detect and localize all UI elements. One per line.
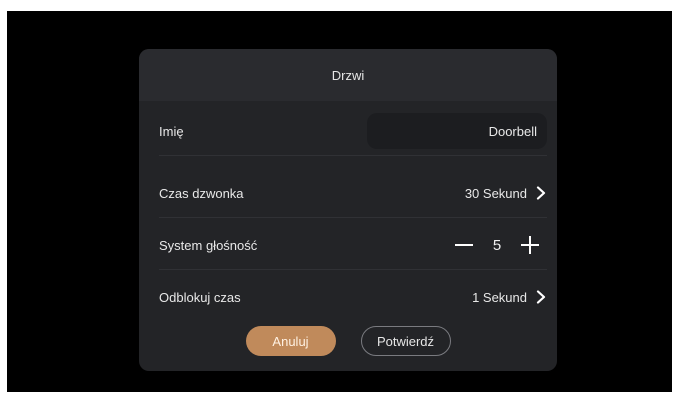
- dialog-title: Drzwi: [331, 67, 365, 83]
- confirm-button[interactable]: Potwierdź: [360, 326, 451, 356]
- cancel-button[interactable]: Anuluj: [245, 326, 336, 356]
- ring-time-row[interactable]: Czas dzwonka 30 Sekund: [139, 168, 557, 218]
- minus-icon: [455, 244, 473, 246]
- volume-label: System głośność: [159, 237, 258, 253]
- divider: [159, 269, 547, 270]
- volume-value: 5: [492, 236, 502, 254]
- unlock-time-row[interactable]: Odblokuj czas 1 Sekund: [139, 272, 557, 322]
- door-settings-dialog: Drzwi Imię Czas dzwonka 30 Sekund System…: [139, 49, 557, 371]
- unlock-time-value: 1 Sekund: [472, 289, 527, 305]
- plus-icon: [521, 236, 539, 254]
- ring-time-value-group[interactable]: 30 Sekund: [465, 186, 547, 201]
- ring-time-value: 30 Sekund: [464, 185, 527, 201]
- unlock-time-value-group[interactable]: 1 Sekund: [472, 290, 547, 305]
- dialog-header: Drzwi: [139, 49, 557, 101]
- ring-time-label: Czas dzwonka: [159, 185, 244, 201]
- volume-stepper: 5: [447, 230, 547, 260]
- unlock-time-label: Odblokuj czas: [159, 289, 241, 305]
- name-label: Imię: [159, 123, 184, 139]
- divider: [159, 155, 547, 156]
- dialog-actions: Anuluj Potwierdź: [139, 326, 557, 356]
- chevron-right-icon[interactable]: [535, 290, 547, 304]
- chevron-right-icon[interactable]: [535, 186, 547, 200]
- volume-decrease-button[interactable]: [447, 230, 481, 260]
- volume-increase-button[interactable]: [513, 230, 547, 260]
- volume-row: System głośność 5: [139, 220, 557, 270]
- divider: [159, 217, 547, 218]
- device-screen: Drzwi Imię Czas dzwonka 30 Sekund System…: [7, 11, 672, 392]
- name-row: Imię: [139, 106, 557, 156]
- name-input[interactable]: [367, 113, 547, 149]
